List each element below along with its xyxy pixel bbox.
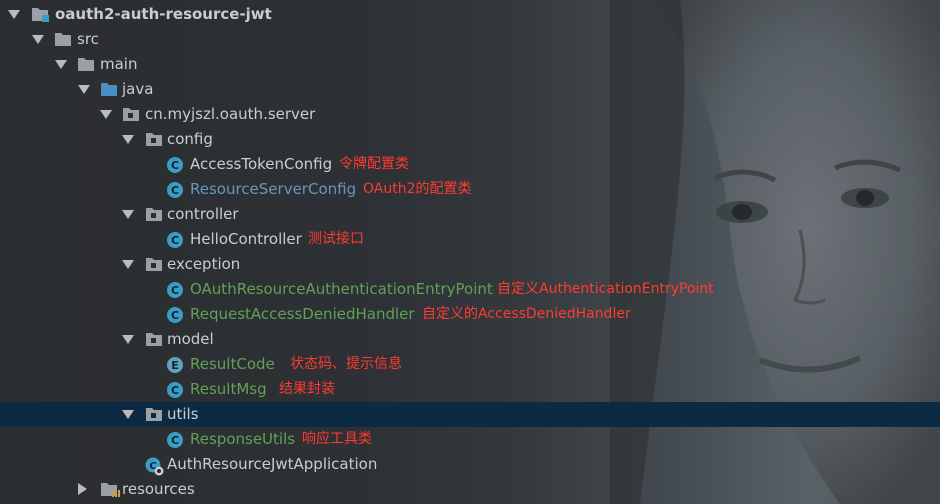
annotation-note: 结果封装 [279, 381, 335, 397]
folder-label: resources [122, 480, 195, 498]
tree-row-result-code[interactable]: E ResultCode 状态码、提示信息 [0, 352, 940, 377]
collapse-arrow-icon[interactable] [122, 410, 134, 419]
tree-row-controller[interactable]: controller [0, 202, 940, 227]
source-folder-icon [100, 81, 118, 101]
class-icon: C [167, 182, 183, 198]
class-icon: C [167, 307, 183, 323]
tree-row-config[interactable]: config [0, 127, 940, 152]
tree-row-project[interactable]: oauth2-auth-resource-jwt [0, 2, 940, 27]
tree-row-src[interactable]: src [0, 27, 940, 52]
tree-row-hello-controller[interactable]: C HelloController 测试接口 [0, 227, 940, 252]
folder-label: src [77, 30, 99, 48]
file-label: AuthResourceJwtApplication [167, 455, 378, 473]
tree-row-utils[interactable]: utils [0, 402, 940, 427]
project-module-icon [31, 6, 51, 28]
package-label: exception [167, 255, 241, 273]
tree-row-resource-server-config[interactable]: C ResourceServerConfig OAuth2的配置类 [0, 177, 940, 202]
package-icon [145, 131, 163, 151]
annotation-note: 状态码、提示信息 [290, 356, 402, 372]
folder-icon [54, 31, 72, 51]
package-icon [145, 406, 163, 426]
project-tree: oauth2-auth-resource-jwt src main java c… [0, 0, 940, 504]
package-icon [145, 256, 163, 276]
tree-row-denied-handler[interactable]: C RequestAccessDeniedHandler 自定义的AccessD… [0, 302, 940, 327]
tree-row-model[interactable]: model [0, 327, 940, 352]
folder-label: main [100, 55, 138, 73]
enum-icon: E [167, 357, 183, 373]
annotation-note: 测试接口 [308, 231, 364, 247]
expand-arrow-icon[interactable] [78, 483, 87, 495]
package-icon [122, 106, 140, 126]
package-label: model [167, 330, 214, 348]
collapse-arrow-icon[interactable] [8, 10, 20, 19]
class-icon: C [167, 282, 183, 298]
collapse-arrow-icon[interactable] [32, 35, 44, 44]
tree-row-package[interactable]: cn.myjszl.oauth.server [0, 102, 940, 127]
package-label: utils [167, 405, 199, 423]
tree-row-exception[interactable]: exception [0, 252, 940, 277]
file-label: OAuthResourceAuthenticationEntryPoint [190, 280, 493, 298]
file-label: ResponseUtils [190, 430, 296, 448]
tree-row-entry-point[interactable]: C OAuthResourceAuthenticationEntryPoint … [0, 277, 940, 302]
project-name: oauth2-auth-resource-jwt [55, 5, 272, 23]
annotation-note: 自定义的AccessDeniedHandler [422, 306, 631, 322]
collapse-arrow-icon[interactable] [122, 210, 134, 219]
tree-row-main[interactable]: main [0, 52, 940, 77]
tree-row-resources[interactable]: resources [0, 477, 940, 502]
tree-row-java[interactable]: java [0, 77, 940, 102]
folder-label: java [122, 80, 154, 98]
package-label: cn.myjszl.oauth.server [145, 105, 316, 123]
package-label: config [167, 130, 213, 148]
resources-folder-icon [100, 481, 120, 503]
project-tool-window: oauth2-auth-resource-jwt src main java c… [0, 0, 940, 504]
package-icon [145, 206, 163, 226]
tree-row-result-msg[interactable]: C ResultMsg 结果封装 [0, 377, 940, 402]
class-icon: C [167, 432, 183, 448]
package-icon [145, 331, 163, 351]
class-icon: C [167, 157, 183, 173]
annotation-note: OAuth2的配置类 [363, 181, 472, 197]
collapse-arrow-icon[interactable] [55, 60, 67, 69]
file-label: RequestAccessDeniedHandler [190, 305, 415, 323]
class-icon: C [167, 232, 183, 248]
file-label: AccessTokenConfig [190, 155, 333, 173]
collapse-arrow-icon[interactable] [122, 260, 134, 269]
file-label: ResourceServerConfig [190, 180, 357, 198]
class-icon: C [167, 382, 183, 398]
annotation-note: 响应工具类 [302, 431, 372, 447]
tree-row-application[interactable]: C AuthResourceJwtApplication [0, 452, 940, 477]
package-label: controller [167, 205, 239, 223]
folder-icon [77, 56, 95, 76]
collapse-arrow-icon[interactable] [122, 335, 134, 344]
collapse-arrow-icon[interactable] [78, 85, 90, 94]
collapse-arrow-icon[interactable] [122, 135, 134, 144]
file-label: ResultMsg [190, 380, 267, 398]
annotation-note: 令牌配置类 [339, 156, 409, 172]
tree-row-response-utils[interactable]: C ResponseUtils 响应工具类 [0, 427, 940, 452]
tree-row-access-token-config[interactable]: C AccessTokenConfig 令牌配置类 [0, 152, 940, 177]
file-label: HelloController [190, 230, 302, 248]
annotation-note: 自定义AuthenticationEntryPoint [497, 281, 714, 297]
file-label: ResultCode [190, 355, 275, 373]
collapse-arrow-icon[interactable] [100, 110, 112, 119]
